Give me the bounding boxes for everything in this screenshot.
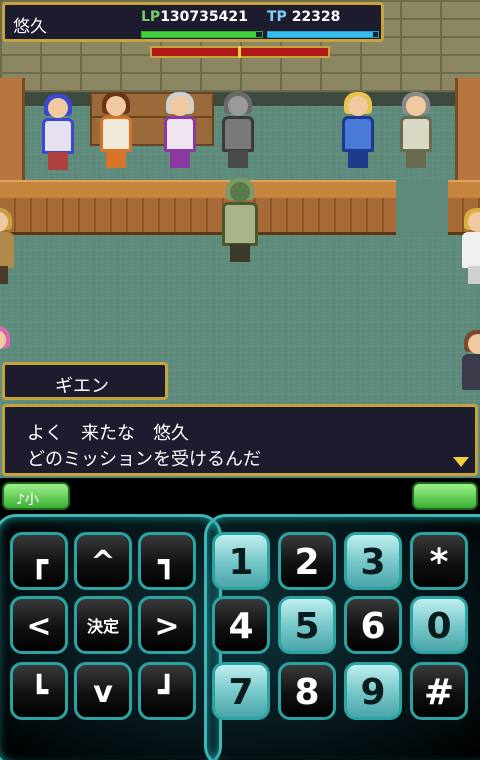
boss-gauge — [150, 46, 330, 58]
dpad-down-button[interactable]: v — [74, 662, 132, 720]
chevron-down-icon: v — [93, 675, 113, 710]
key-7-button[interactable]: 7 — [212, 662, 270, 720]
game-scene[interactable]: 悠久 LP130735421 TP 22328 ギエン よく 来たな 悠久 どの… — [0, 0, 480, 478]
dpad-down-left-button[interactable]: ┗ — [10, 662, 68, 720]
key-hash-label: # — [423, 672, 455, 713]
up-right-icon: ┓ — [157, 545, 177, 580]
right-softkey[interactable] — [412, 482, 478, 510]
status-hud: 悠久 LP130735421 TP 22328 — [2, 2, 384, 42]
key-3-label: 3 — [360, 542, 386, 583]
up-left-icon: ┏ — [29, 545, 49, 580]
key-7-label: 7 — [228, 672, 254, 713]
hp-bar — [141, 31, 263, 38]
npc-grey-hair-elder[interactable] — [396, 92, 436, 172]
dpad-down-right-button[interactable]: ┛ — [138, 662, 196, 720]
tp-tag: TP — [267, 9, 287, 25]
player-character[interactable] — [218, 178, 262, 266]
counter-gap — [396, 180, 448, 236]
npc-silver-hair[interactable] — [160, 92, 200, 172]
left-softkey-label: ♪小 — [16, 492, 39, 508]
key-1-button[interactable]: 1 — [212, 532, 270, 590]
virtual-keypad: ♪小 ┏ ^ ┓ < 決定 > ┗ v ┛ 1 2 3 * 4 5 6 0 7 … — [0, 478, 480, 760]
tp-value: 22328 — [291, 9, 341, 25]
key-hash-button[interactable]: # — [410, 662, 468, 720]
npc-right-edge-white[interactable] — [458, 208, 480, 288]
chevron-up-icon: ^ — [90, 545, 116, 580]
dpad-up-right-button[interactable]: ┓ — [138, 532, 196, 590]
key-0-button[interactable]: 0 — [410, 596, 468, 654]
speaker-namebox: ギエン — [2, 362, 168, 400]
dpad-right-button[interactable]: > — [138, 596, 196, 654]
key-2-button[interactable]: 2 — [278, 532, 336, 590]
npc-blue-dress[interactable] — [38, 94, 78, 174]
dialog-box[interactable]: よく 来たな 悠久 どのミッションを受けるんだ — [2, 404, 478, 476]
key-5-label: 5 — [294, 606, 320, 647]
hp-value: 130735421 — [160, 9, 248, 25]
dpad-left-button[interactable]: < — [10, 596, 68, 654]
key-9-label: 9 — [360, 672, 386, 713]
player-name: 悠久 — [13, 17, 47, 37]
down-left-icon: ┗ — [29, 675, 49, 710]
key-4-button[interactable]: 4 — [212, 596, 270, 654]
key-star-button[interactable]: * — [410, 532, 468, 590]
key-9-button[interactable]: 9 — [344, 662, 402, 720]
confirm-label: 決定 — [86, 617, 119, 636]
dialog-line-1: よく 来たな 悠久 — [27, 423, 189, 444]
left-softkey[interactable]: ♪小 — [2, 482, 70, 510]
dialog-line-2: どのミッションを受けるんだ — [27, 449, 261, 470]
tp-bar — [267, 31, 379, 38]
key-2-label: 2 — [294, 542, 320, 583]
key-6-label: 6 — [360, 606, 386, 647]
npc-orange-dress[interactable] — [96, 92, 136, 172]
tp-bar-fill — [268, 32, 373, 37]
next-page-caret-icon — [453, 457, 469, 467]
chevron-right-icon: > — [154, 609, 180, 644]
key-4-label: 4 — [228, 606, 254, 647]
tp-gauge: TP 22328 — [267, 9, 379, 38]
dpad-up-button[interactable]: ^ — [74, 532, 132, 590]
key-star-label: * — [429, 542, 449, 583]
key-8-label: 8 — [294, 672, 320, 713]
key-6-button[interactable]: 6 — [344, 596, 402, 654]
npc-blonde-blue[interactable] — [338, 92, 378, 172]
key-0-label: 0 — [426, 606, 452, 647]
npc-right-edge-dark[interactable] — [458, 330, 480, 410]
key-1-label: 1 — [228, 542, 254, 583]
chevron-left-icon: < — [26, 609, 52, 644]
dpad-up-left-button[interactable]: ┏ — [10, 532, 68, 590]
hp-gauge: LP130735421 — [141, 9, 263, 38]
boss-gauge-marker — [238, 46, 241, 58]
key-3-button[interactable]: 3 — [344, 532, 402, 590]
key-8-button[interactable]: 8 — [278, 662, 336, 720]
dpad-confirm-button[interactable]: 決定 — [74, 596, 132, 654]
speaker-name: ギエン — [55, 376, 109, 397]
down-right-icon: ┛ — [157, 675, 177, 710]
hp-tag: LP — [141, 9, 161, 25]
hp-bar-fill — [142, 32, 256, 37]
npc-left-edge[interactable] — [0, 208, 18, 288]
npc-armored-knight[interactable] — [218, 92, 258, 172]
key-5-button[interactable]: 5 — [278, 596, 336, 654]
